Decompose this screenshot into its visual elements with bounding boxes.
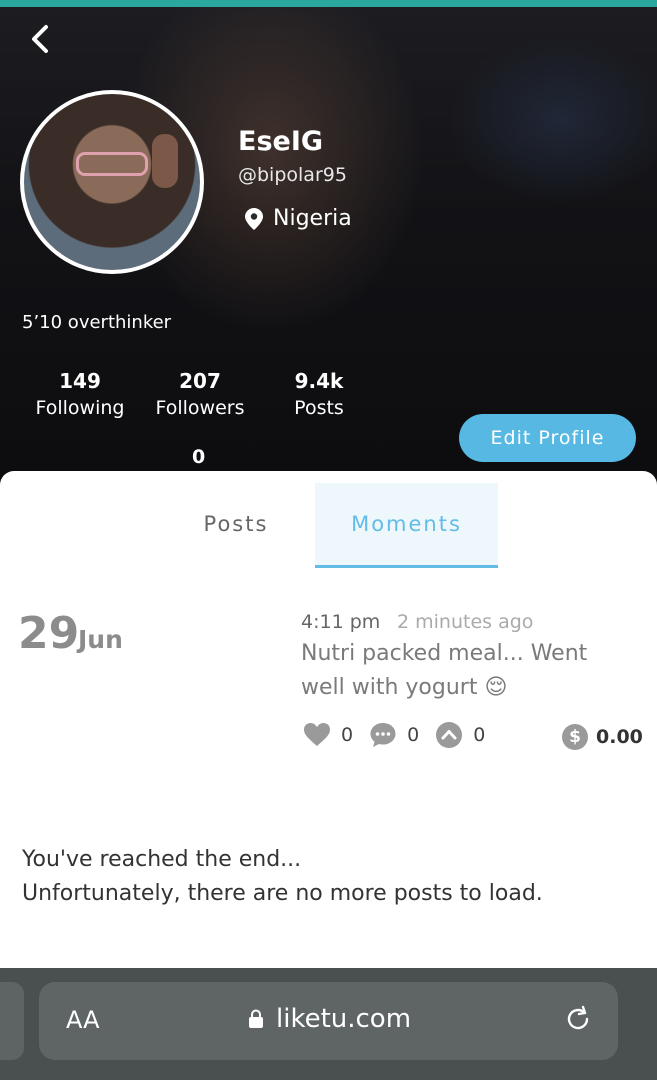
stat-following[interactable]: 149 Following — [30, 369, 130, 419]
previous-tab-stub[interactable] — [0, 982, 24, 1060]
stat-followers[interactable]: 207 Followers — [150, 369, 250, 419]
stat-posts[interactable]: 9.4k Posts — [286, 369, 352, 419]
following-count: 149 — [59, 369, 101, 393]
upvote-icon — [436, 722, 463, 748]
post-actions: 0 0 0 — [303, 721, 501, 749]
post-date-day: 29 — [18, 608, 80, 659]
post-earnings: $ 0.00 — [562, 724, 643, 750]
tab-posts[interactable]: Posts — [166, 483, 306, 565]
post-text[interactable]: Nutri packed meal... Went well with yogu… — [301, 637, 631, 705]
profile-location: Nigeria — [245, 206, 352, 231]
url-text: liketu.com — [276, 1004, 412, 1034]
reload-icon[interactable] — [563, 1004, 593, 1034]
like-button[interactable]: 0 — [303, 721, 353, 749]
text-size-button[interactable]: AA — [66, 1006, 100, 1034]
following-label: Following — [35, 397, 125, 419]
back-button[interactable] — [24, 22, 58, 56]
content-sheet: Posts Moments 29 Jun 4:11 pm 2 minutes a… — [0, 471, 657, 981]
extra-count: 0 — [192, 446, 206, 468]
comment-button[interactable]: 0 — [369, 721, 419, 749]
posts-label: Posts — [294, 397, 344, 419]
profile-name: EseIG — [238, 126, 324, 157]
like-count: 0 — [341, 724, 354, 746]
browser-toolbar: AA liketu.com — [0, 968, 657, 1080]
post-date-month: Jun — [78, 625, 123, 654]
heart-icon — [304, 723, 330, 746]
comment-icon — [370, 723, 396, 747]
followers-count: 207 — [179, 369, 221, 393]
edit-profile-button[interactable]: Edit Profile — [459, 414, 636, 462]
tab-moments[interactable]: Moments — [315, 483, 498, 568]
url-display[interactable]: liketu.com — [248, 1004, 411, 1034]
post-time: 4:11 pm — [301, 611, 381, 633]
profile-handle: @bipolar95 — [238, 164, 347, 186]
location-text: Nigeria — [273, 206, 352, 231]
upvote-count: 0 — [473, 724, 486, 746]
coin-icon: $ — [562, 724, 588, 750]
profile-bio: 5’10 overthinker — [22, 312, 172, 333]
back-icon — [32, 25, 48, 53]
comment-count: 0 — [407, 724, 420, 746]
posts-count: 9.4k — [294, 369, 344, 393]
earnings-amount: 0.00 — [596, 726, 643, 748]
end-message-title: You've reached the end... — [22, 847, 302, 872]
end-message-detail: Unfortunately, there are no more posts t… — [22, 881, 543, 906]
top-accent-bar — [0, 0, 657, 7]
post-relative-time: 2 minutes ago — [397, 611, 534, 633]
avatar[interactable] — [20, 90, 204, 274]
location-pin-icon — [245, 207, 263, 230]
upvote-button[interactable]: 0 — [435, 721, 485, 749]
followers-label: Followers — [155, 397, 245, 419]
lock-icon — [249, 1009, 263, 1028]
